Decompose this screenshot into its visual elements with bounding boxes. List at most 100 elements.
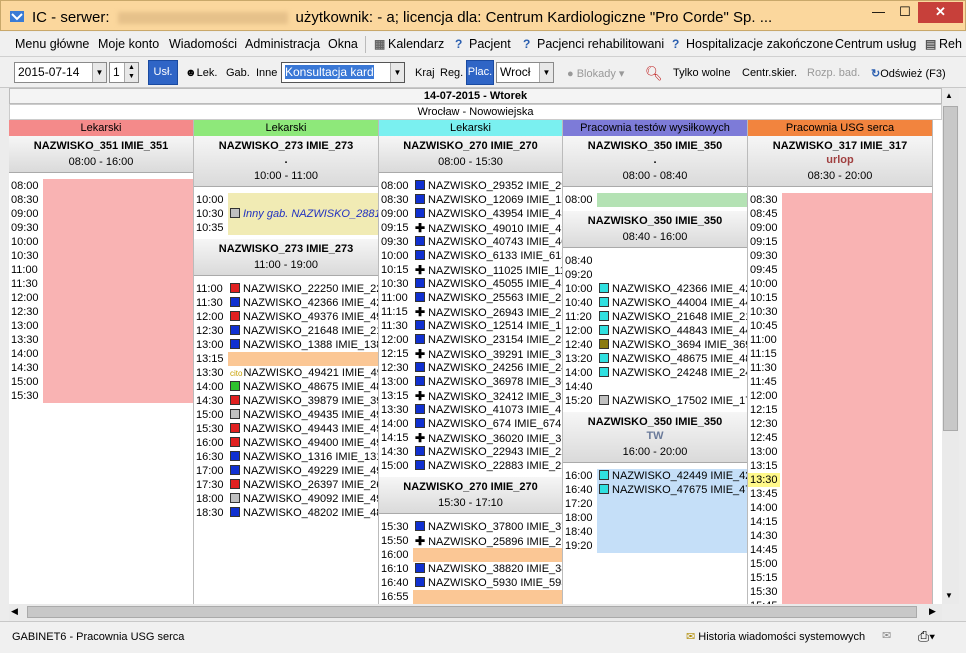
menu-windows[interactable]: Okna xyxy=(328,37,358,51)
appointment-slot[interactable]: 13:15 ✚NAZWISKO_32412 IMIE_3241 xyxy=(379,389,562,403)
appointment-slot[interactable]: 10:30 Inny gab. NAZWISKO_2881 xyxy=(194,207,378,221)
printer-icon[interactable]: ⎙▾ xyxy=(918,628,935,645)
time-slot[interactable]: 08:40 xyxy=(563,254,747,268)
appointment-slot[interactable]: 17:30 NAZWISKO_26397 IMIE_2639 xyxy=(194,478,378,492)
appointment-slot[interactable]: 14:00 NAZWISKO_674 IMIE_674 xyxy=(379,417,562,431)
time-slot[interactable]: 14:30 xyxy=(9,361,193,375)
appointment-slot[interactable]: 14:30 NAZWISKO_39879 IMIE_3987 xyxy=(194,394,378,408)
time-slot[interactable]: 12:30 xyxy=(748,417,932,431)
horizontal-scrollbar[interactable]: ◀ ▶ xyxy=(9,604,942,621)
scroll-left-icon[interactable]: ◀ xyxy=(11,606,18,617)
referral-center-button[interactable]: Centr.skier. xyxy=(742,67,797,79)
scroll-up-icon[interactable]: ▲ xyxy=(945,91,953,100)
time-slot[interactable]: 08:00 xyxy=(563,193,747,207)
appointment-slot[interactable]: 12:00 NAZWISKO_49376 IMIE_4937 xyxy=(194,310,378,324)
appointment-slot[interactable]: 11:00 NAZWISKO_25563 IMIE_2556 xyxy=(379,291,562,305)
time-slot[interactable]: 08:00 xyxy=(9,179,193,193)
appointment-slot[interactable]: 09:00 NAZWISKO_43954 IMIE_4395 xyxy=(379,207,562,221)
blocks-button[interactable]: ● Blokady ▾ xyxy=(567,67,624,80)
refresh-button[interactable]: ↻Odśwież (F3) xyxy=(871,67,946,80)
appointment-slot[interactable]: 12:30 NAZWISKO_24256 IMIE_2425 xyxy=(379,361,562,375)
appointment-slot[interactable]: 15:00 NAZWISKO_22883 IMIE_2288 xyxy=(379,459,562,473)
time-slot[interactable]: 13:30 xyxy=(9,333,193,347)
time-slot[interactable]: 10:00 xyxy=(194,193,378,207)
appointment-slot[interactable]: 12:40 NAZWISKO_3694 IMIE_3694 xyxy=(563,338,747,352)
time-slot[interactable]: 14:15 xyxy=(748,515,932,529)
menu-calendar[interactable]: ▦ Kalendarz xyxy=(374,37,444,51)
menu-hospitalizations[interactable]: ? Hospitalizacje zakończone xyxy=(672,37,833,51)
time-slot[interactable]: 09:30 xyxy=(9,221,193,235)
appointment-slot[interactable]: 16:40 NAZWISKO_47675 IMIE_4767 xyxy=(563,483,747,497)
date-picker[interactable]: 2015-07-14 ▼ xyxy=(14,62,107,83)
appointment-slot[interactable]: 09:30 NAZWISKO_40743 IMIE_4074 xyxy=(379,235,562,249)
doctor-header[interactable]: NAZWISKO_350 IMIE_350 TW 16:00 - 20:00 xyxy=(563,412,747,463)
time-slot[interactable]: 09:20 xyxy=(563,268,747,282)
time-slot[interactable]: 08:45 xyxy=(748,207,932,221)
region-filter-button[interactable]: Reg. xyxy=(440,67,463,79)
time-slot[interactable]: 15:30 xyxy=(748,585,932,599)
appointment-slot[interactable]: 11:00 NAZWISKO_22250 IMIE_2225 xyxy=(194,282,378,296)
time-slot[interactable]: 10:30 xyxy=(748,305,932,319)
time-slot[interactable]: 12:45 xyxy=(748,431,932,445)
time-slot[interactable]: 13:30 xyxy=(748,473,932,487)
appointment-slot[interactable]: 14:00 NAZWISKO_24248 IMIE_2424 xyxy=(563,366,747,380)
appointment-slot[interactable]: 08:30 NAZWISKO_12069 IMIE_1206 xyxy=(379,193,562,207)
system-messages-history[interactable]: ✉ Historia wiadomości systemowych xyxy=(686,630,865,643)
time-slot[interactable]: 09:30 xyxy=(748,249,932,263)
time-slot[interactable]: 09:00 xyxy=(748,221,932,235)
appointment-slot[interactable]: 15:00 NAZWISKO_49435 IMIE_4943 xyxy=(194,408,378,422)
scroll-right-icon[interactable]: ▶ xyxy=(929,606,936,617)
doctor-header[interactable]: NAZWISKO_273 IMIE_273 11:00 - 19:00 xyxy=(194,239,378,276)
appointment-slot[interactable]: 11:20 NAZWISKO_21648 IMIE_2164 xyxy=(563,310,747,324)
appointment-slot[interactable]: 13:20 NAZWISKO_48675 IMIE_4867 xyxy=(563,352,747,366)
time-slot[interactable]: 16:00 xyxy=(379,548,562,562)
time-slot[interactable]: 08:30 xyxy=(9,193,193,207)
time-slot[interactable]: 15:30 xyxy=(9,389,193,403)
appointment-slot[interactable]: 14:30 NAZWISKO_22943 IMIE_2294 xyxy=(379,445,562,459)
country-filter-button[interactable]: Kraj xyxy=(415,67,435,79)
appointment-slot[interactable]: 11:30 NAZWISKO_12514 IMIE_1251 xyxy=(379,319,562,333)
other-filter-button[interactable]: Inne xyxy=(256,67,277,79)
appointment-slot[interactable]: 08:00 NAZWISKO_29352 IMIE_2935 xyxy=(379,179,562,193)
scroll-down-icon[interactable]: ▼ xyxy=(945,591,953,600)
time-slot[interactable]: 13:15 xyxy=(748,459,932,473)
time-slot[interactable]: 09:15 xyxy=(748,235,932,249)
time-slot[interactable]: 14:45 xyxy=(748,543,932,557)
time-slot[interactable]: 09:45 xyxy=(748,263,932,277)
time-slot[interactable]: 11:15 xyxy=(748,347,932,361)
minimize-button[interactable]: — xyxy=(865,2,892,23)
appointment-slot[interactable]: 12:15 ✚NAZWISKO_39291 IMIE_3929 xyxy=(379,347,562,361)
menu-account[interactable]: Moje konto xyxy=(98,37,159,51)
time-slot[interactable]: 14:00 xyxy=(748,501,932,515)
time-slot[interactable]: 15:00 xyxy=(748,557,932,571)
search-icon[interactable]: 🔍︎ xyxy=(645,65,663,82)
appointment-slot[interactable]: 13:00 NAZWISKO_36978 IMIE_3697 xyxy=(379,375,562,389)
scroll-thumb[interactable] xyxy=(943,106,958,431)
appointment-slot[interactable]: 18:30 NAZWISKO_48202 IMIE_4820 xyxy=(194,506,378,520)
appointment-slot[interactable]: 11:15 ✚NAZWISKO_26943 IMIE_2694 xyxy=(379,305,562,319)
menu-more[interactable]: ▤ Reh xyxy=(925,37,962,51)
time-slot[interactable]: 14:30 xyxy=(748,529,932,543)
appointment-slot[interactable]: 13:00 NAZWISKO_1388 IMIE_1388 xyxy=(194,338,378,352)
time-slot[interactable]: 11:00 xyxy=(748,333,932,347)
menu-services[interactable]: Centrum usług xyxy=(835,37,916,51)
time-slot[interactable]: 14:00 xyxy=(9,347,193,361)
appointment-slot[interactable]: 14:15 ✚NAZWISKO_36020 IMIE_3602 xyxy=(379,431,562,445)
doctor-header[interactable]: NAZWISKO_350 IMIE_350 08:40 - 16:00 xyxy=(563,211,747,248)
doctor-header[interactable]: NAZWISKO_350 IMIE_350. 08:00 - 08:40 xyxy=(563,136,747,187)
appointment-slot[interactable]: 18:00 NAZWISKO_49092 IMIE_4909 xyxy=(194,492,378,506)
mail-icon[interactable]: ✉ xyxy=(882,629,891,642)
scroll-thumb[interactable] xyxy=(27,606,917,618)
service-select[interactable]: Konsultacja kard ▼ xyxy=(281,62,405,83)
city-select[interactable]: Wrocł ▼ xyxy=(496,62,554,83)
appointment-slot[interactable]: 16:10 NAZWISKO_38820 IMIE_3882 xyxy=(379,562,562,576)
time-slot[interactable]: 16:55 xyxy=(379,590,562,604)
time-slot[interactable]: 13:45 xyxy=(748,487,932,501)
appointment-slot[interactable]: 13:30 citoNAZWISKO_49421 IMIE_4942 xyxy=(194,366,378,380)
appointment-slot[interactable]: 16:30 NAZWISKO_1316 IMIE_1316 xyxy=(194,450,378,464)
facility-filter-button[interactable]: Plac. xyxy=(466,60,494,85)
appointment-slot[interactable]: 12:00 NAZWISKO_23154 IMIE_2315 xyxy=(379,333,562,347)
time-slot[interactable]: 18:00 xyxy=(563,511,747,525)
time-slot[interactable]: 17:20 xyxy=(563,497,747,511)
time-slot[interactable]: 12:00 xyxy=(9,291,193,305)
